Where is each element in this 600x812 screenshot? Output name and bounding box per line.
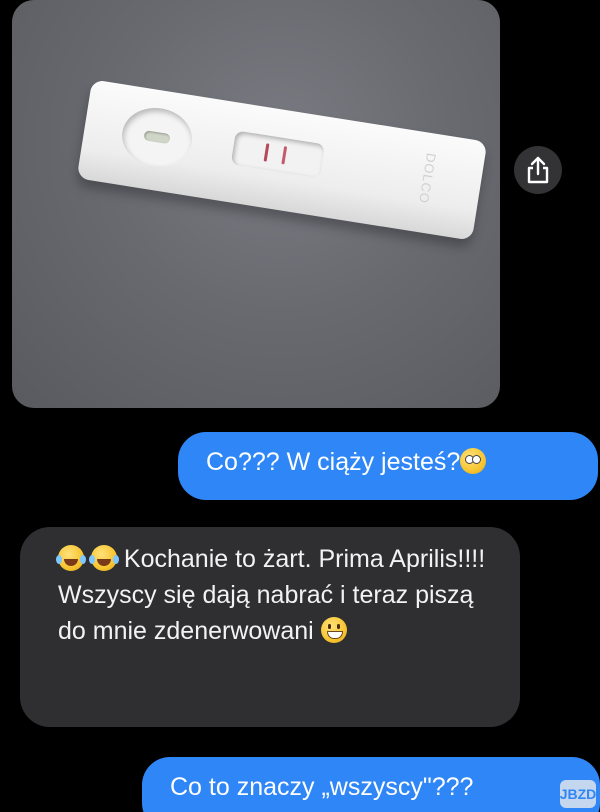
chat-screen: DOLCO Co??? W ciąży jesteś? Kochanie to … — [0, 0, 600, 812]
strip-brand-label: DOLCO — [415, 151, 439, 205]
message-sent[interactable]: Co??? W ciąży jesteś? — [178, 432, 598, 500]
pregnancy-test-strip: DOLCO — [76, 79, 488, 241]
control-line — [263, 143, 270, 162]
message-text: Kochanie to żart. Prima Aprilis!!!! Wszy… — [58, 545, 486, 645]
test-line — [281, 146, 288, 165]
sample-window — [117, 103, 197, 172]
result-window — [230, 130, 325, 179]
message-text: Co to znaczy „wszyscy"??? — [170, 773, 474, 801]
share-button[interactable] — [514, 146, 562, 194]
site-watermark-logo: JBZD — [560, 780, 596, 808]
tears-of-joy-emoji-icon — [88, 545, 117, 571]
share-icon — [527, 156, 549, 184]
grinning-face-emoji-icon — [320, 617, 347, 643]
flushed-face-emoji-icon — [460, 448, 487, 474]
message-sent[interactable]: Co to znaczy „wszyscy"??? — [142, 757, 600, 812]
message-received[interactable]: Kochanie to żart. Prima Aprilis!!!! Wszy… — [20, 527, 520, 727]
photo-message[interactable]: DOLCO — [12, 0, 500, 408]
tears-of-joy-emoji-icon — [56, 545, 84, 571]
message-text: Co??? W ciąży jesteś? — [206, 448, 461, 476]
